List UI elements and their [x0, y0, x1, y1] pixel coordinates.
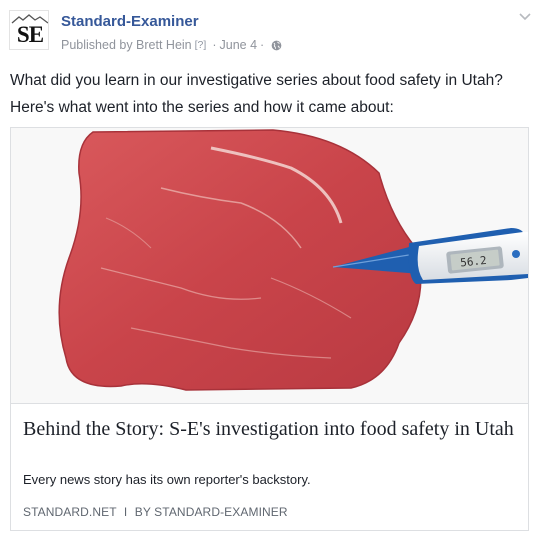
published-by[interactable]: Published by Brett Hein: [61, 38, 192, 52]
page-name-link[interactable]: Standard-Examiner: [61, 13, 199, 30]
meta-separator: ·: [212, 38, 217, 52]
message-line: What did you learn in our investigative …: [10, 72, 503, 89]
logo-text: SE: [16, 22, 44, 47]
info-marker[interactable]: [?]: [195, 39, 207, 51]
message-line: Here's what went into the series and how…: [10, 99, 394, 116]
page-avatar[interactable]: SE: [9, 10, 49, 50]
facebook-post: SE Standard-Examiner Published by Brett …: [0, 0, 540, 541]
thermometer-reading: 56.2: [460, 254, 488, 270]
steak-thermometer-illustration: 56.2: [11, 128, 528, 403]
post-date[interactable]: June 4: [220, 38, 258, 52]
source-divider: I: [123, 505, 128, 519]
link-source: STANDARD.NET I BY STANDARD-EXAMINER: [23, 505, 288, 519]
meta-separator: ·: [260, 38, 265, 52]
globe-icon[interactable]: [271, 40, 282, 51]
link-preview-card[interactable]: 56.2 Behind the Story: S-E's investigati…: [10, 127, 529, 531]
link-byline: BY STANDARD-EXAMINER: [134, 505, 288, 519]
link-domain: STANDARD.NET: [23, 505, 117, 519]
link-preview-body[interactable]: Behind the Story: S-E's investigation in…: [11, 403, 528, 530]
link-title[interactable]: Behind the Story: S-E's investigation in…: [23, 416, 518, 443]
post-message: What did you learn in our investigative …: [10, 67, 535, 121]
chevron-down-icon[interactable]: [518, 12, 532, 22]
post-meta: Published by Brett Hein [?] · June 4 ·: [61, 38, 282, 52]
link-description: Every news story has its own reporter's …: [23, 472, 311, 487]
link-preview-image[interactable]: 56.2: [11, 128, 528, 403]
